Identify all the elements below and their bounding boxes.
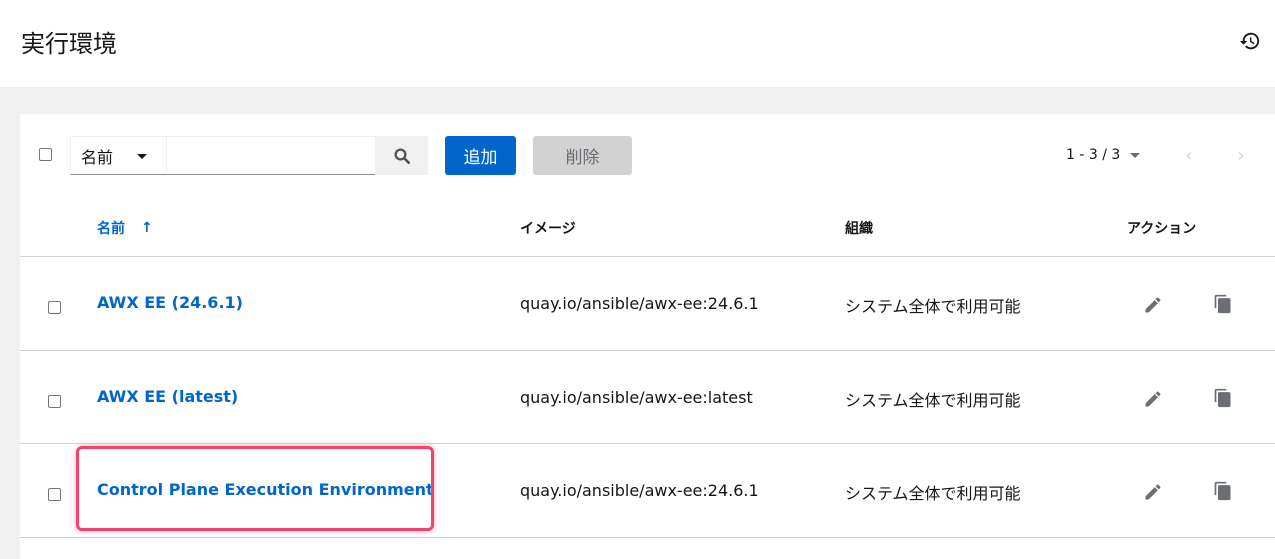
page-header: 実行環境 <box>0 0 1275 87</box>
column-header-actions: アクション <box>1127 221 1197 237</box>
organization-cell: システム全体で利用可能 <box>845 297 1021 316</box>
execution-environment-link[interactable]: AWX EE (24.6.1) <box>97 293 243 312</box>
organization-cell: システム全体で利用可能 <box>845 484 1021 503</box>
page-title: 実行環境 <box>21 30 117 58</box>
image-cell: quay.io/ansible/awx-ee:24.6.1 <box>520 294 759 313</box>
select-all-checkbox[interactable] <box>39 148 52 161</box>
image-cell: quay.io/ansible/awx-ee:24.6.1 <box>520 481 759 500</box>
column-header-image: イメージ <box>520 221 576 237</box>
pencil-icon[interactable] <box>1143 295 1163 315</box>
chevron-right-icon: › <box>1237 144 1245 166</box>
table-row-divider <box>20 537 1275 559</box>
column-header-name[interactable]: 名前 ↑ <box>97 218 153 238</box>
table-row: AWX EE (latest) quay.io/ansible/awx-ee:l… <box>20 350 1275 444</box>
table-row: Control Plane Execution Environment quay… <box>20 443 1275 537</box>
chevron-left-icon: ‹ <box>1185 144 1193 166</box>
image-cell: quay.io/ansible/awx-ee:latest <box>520 388 753 407</box>
add-button[interactable]: 追加 <box>445 136 516 175</box>
column-header-name-label: 名前 <box>97 221 125 237</box>
delete-button[interactable]: 削除 <box>533 136 632 175</box>
pagination-toggle[interactable]: 1 - 3 / 3 <box>1066 147 1141 163</box>
content-card: 名前 追加 削除 1 - 3 / 3 ‹ › 名前 ↑ イメージ 組織 アクショ… <box>20 114 1275 559</box>
row-checkbox[interactable] <box>48 395 61 408</box>
filter-select-value: 名前 <box>81 147 114 167</box>
table-row: AWX EE (24.6.1) quay.io/ansible/awx-ee:2… <box>20 256 1275 350</box>
pencil-icon[interactable] <box>1143 389 1163 409</box>
search-icon <box>394 148 410 164</box>
row-checkbox[interactable] <box>48 488 61 501</box>
execution-environment-link[interactable]: AWX EE (latest) <box>97 387 238 406</box>
column-header-organization: 組織 <box>845 221 873 237</box>
pencil-icon[interactable] <box>1143 482 1163 502</box>
history-icon[interactable] <box>1239 30 1261 52</box>
previous-page-button[interactable]: ‹ <box>1179 144 1199 166</box>
search-input[interactable] <box>166 136 375 175</box>
copy-icon[interactable] <box>1213 387 1233 409</box>
next-page-button[interactable]: › <box>1231 144 1251 166</box>
toolbar: 名前 追加 削除 1 - 3 / 3 ‹ › <box>20 114 1275 194</box>
pagination-count: 1 - 3 / 3 <box>1066 147 1121 163</box>
caret-down-icon <box>1130 152 1141 158</box>
organization-cell: システム全体で利用可能 <box>845 391 1021 410</box>
copy-icon[interactable] <box>1213 293 1233 315</box>
execution-environment-link[interactable]: Control Plane Execution Environment <box>97 480 434 499</box>
sort-ascending-icon: ↑ <box>141 220 153 236</box>
filter-select[interactable]: 名前 <box>70 136 166 175</box>
copy-icon[interactable] <box>1213 480 1233 502</box>
search-button[interactable] <box>375 136 428 175</box>
row-checkbox[interactable] <box>48 301 61 314</box>
caret-down-icon <box>137 154 147 159</box>
